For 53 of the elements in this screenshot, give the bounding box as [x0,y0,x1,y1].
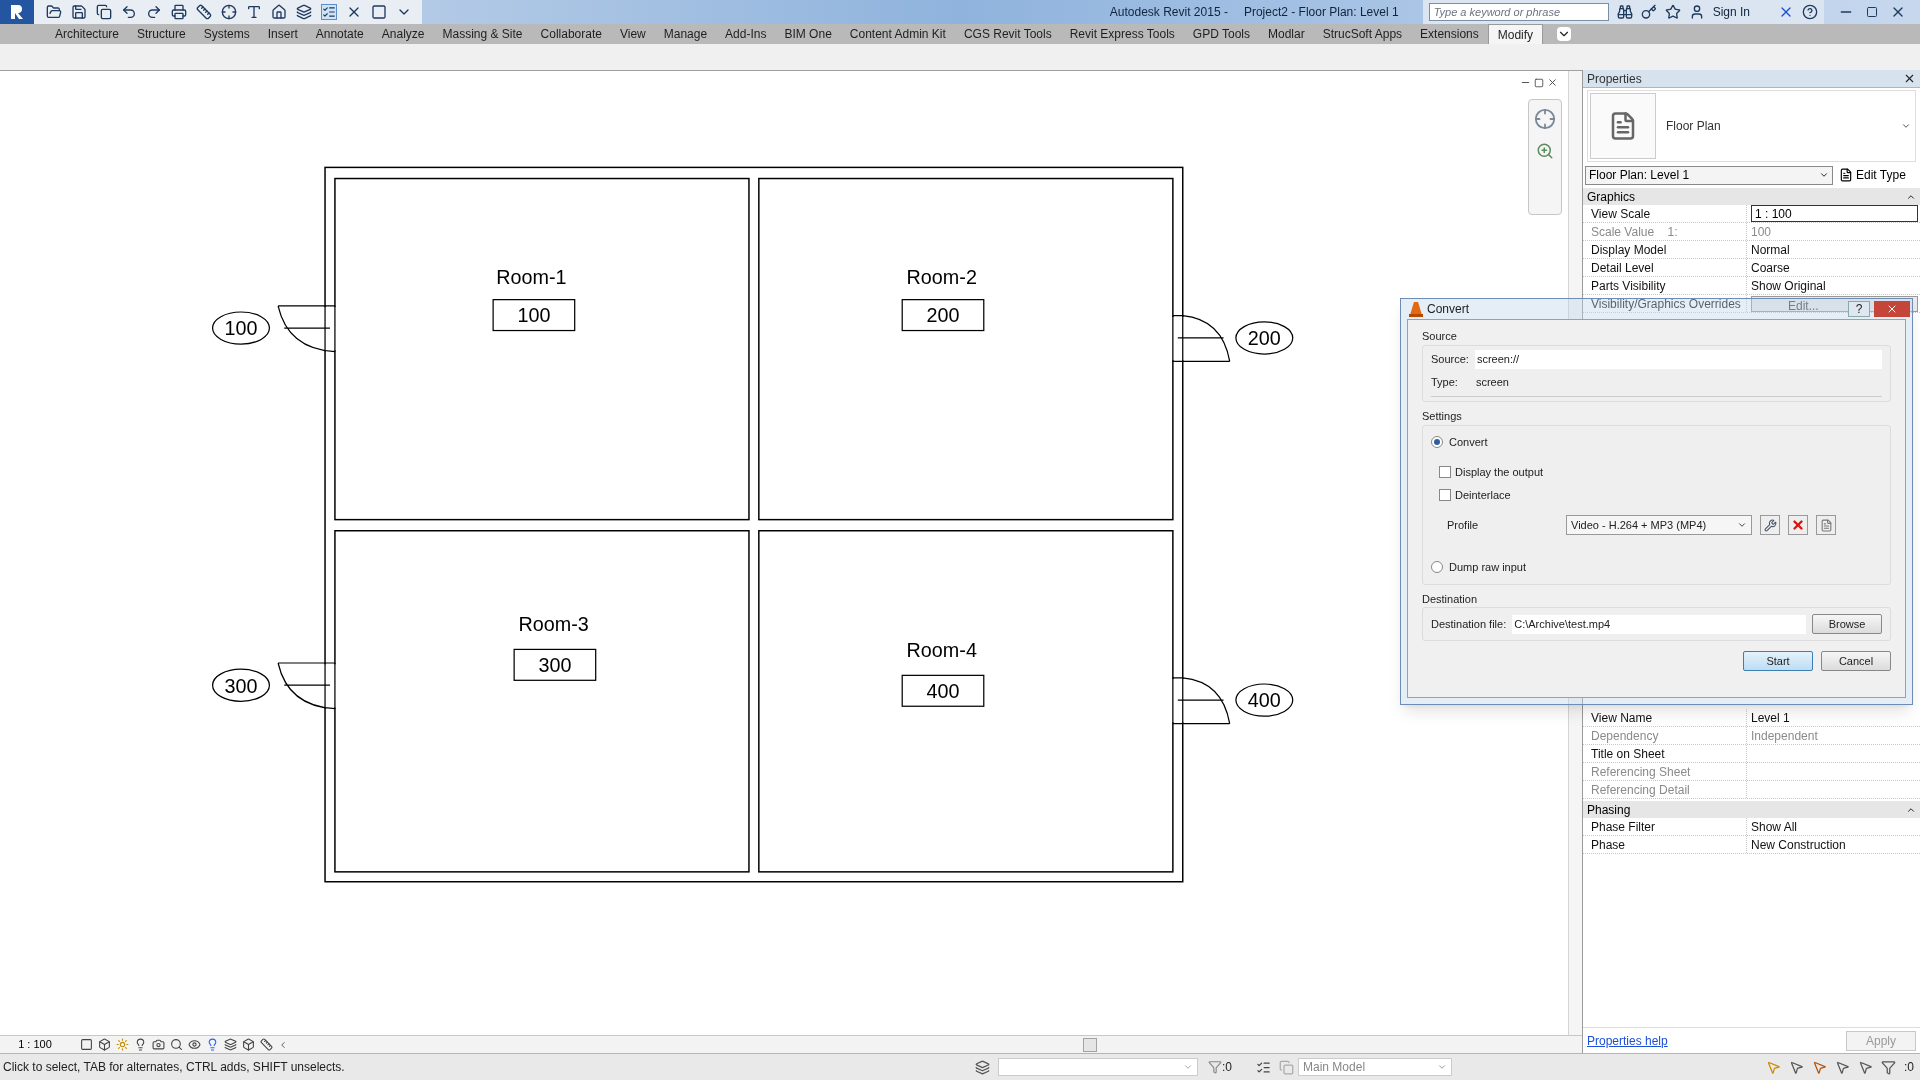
room-number-tag: 300 [513,648,597,681]
field-label: Source: [1431,351,1469,367]
status-message: Click to select, TAB for alternates, CTRL adds, SHIFT unselects. [2,1059,346,1076]
property-name: Referencing Detail [1583,781,1747,798]
property-value: Show Original [1751,277,1826,295]
door-tag: 200 [1235,321,1294,355]
room-number-tag: 100 [492,299,576,332]
room-name: Room-2 [906,265,977,288]
room-name: Room-4 [906,638,977,661]
property-value: Level 1 [1751,709,1790,727]
group-title: Destination [1422,592,1478,605]
group-title: Source [1422,330,1457,342]
property-name: Scale Value 1: [1583,223,1747,240]
property-name: Phase Filter [1583,818,1747,835]
type-name: Floor Plan [1665,118,1722,135]
property-name: Title on Sheet [1583,745,1747,762]
editable-count: :0 [1222,1059,1232,1076]
property-value: Normal [1751,241,1790,259]
property-value: Independent [1751,727,1818,745]
door-tag: 300 [211,668,271,702]
field-label: Destination file: [1431,616,1507,632]
property-name: Dependency [1583,727,1747,744]
room-name: Room-1 [496,265,567,288]
group-title: Settings [1422,410,1462,422]
property-name: Referencing Sheet [1583,763,1747,780]
room-name: Room-3 [518,612,589,635]
dialog-title: Convert [1427,301,1470,318]
document-title: Project2 - Floor Plan: Level 1 [1243,4,1399,21]
radio-label: Dump raw input [1449,560,1527,575]
property-value: New Construction [1751,836,1846,854]
door-tag: 400 [1235,683,1294,717]
checkbox-label: Display the output [1455,465,1544,480]
field-label: Type: [1431,374,1458,390]
property-value: 100 [1751,223,1772,241]
room-number-tag: 200 [901,299,985,332]
field-label: Profile [1447,517,1480,533]
property-value: Show All [1751,818,1798,836]
property-name: Detail Level [1583,259,1747,276]
checkbox-label: Deinterlace [1455,487,1511,503]
property-name: View Scale [1583,205,1747,222]
type-value: screen [1475,374,1509,390]
property-name: Visibility/Graphics Overrides [1583,295,1747,312]
door-tag: 100 [211,311,271,345]
property-value: Coarse [1751,259,1790,277]
property-name: Display Model [1583,241,1747,258]
property-name: Phase [1583,836,1747,853]
panel-title: Properties [1587,70,1642,88]
room-number-tag: 400 [901,674,985,707]
property-name: View Name [1583,709,1747,726]
property-name: Parts Visibility [1583,277,1747,294]
radio-label: Convert [1449,434,1488,450]
app-title: Autodesk Revit 2015 - [1109,4,1228,21]
filter-count: :0 [1904,1059,1914,1076]
